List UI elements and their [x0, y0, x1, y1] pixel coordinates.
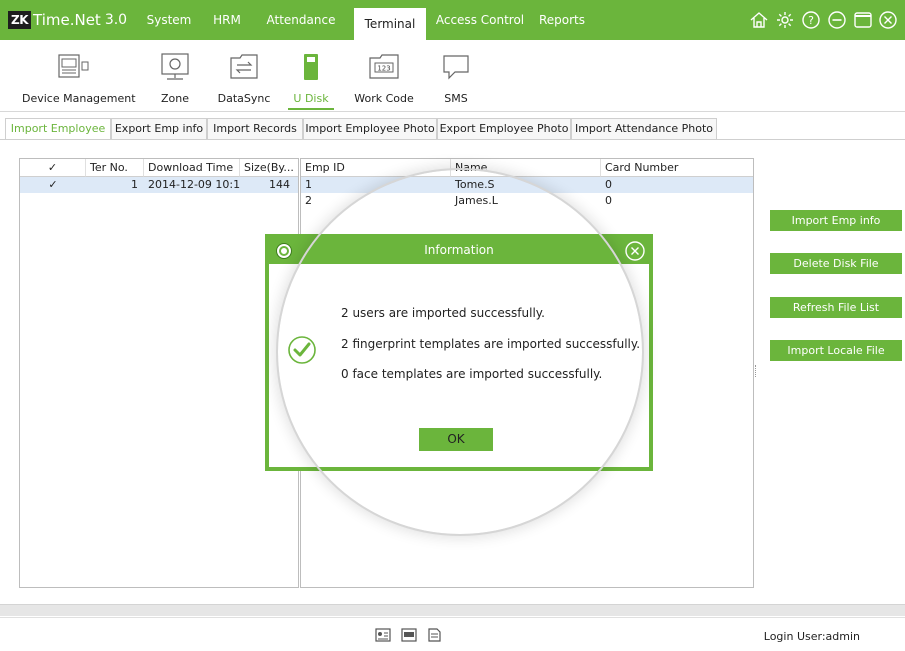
minimize-icon[interactable] [827, 10, 847, 30]
horizontal-scrollbar[interactable] [0, 604, 905, 616]
column-header-download-time[interactable]: Download Time [144, 159, 240, 177]
maximize-icon[interactable] [853, 10, 873, 30]
toolbar-label: Device Management [22, 92, 136, 105]
column-header-check[interactable]: ✓ [20, 159, 86, 177]
menu-reports[interactable]: Reports [534, 0, 590, 40]
table-row[interactable]: 2 James.L 0 [301, 193, 753, 209]
toolbar-u-disk[interactable]: U Disk [288, 40, 334, 110]
terminal-toolbar: Device Management Zone DataSync U Disk 1… [0, 40, 905, 112]
device-status-icon[interactable] [401, 628, 417, 642]
tab-import-records[interactable]: Import Records [207, 118, 303, 140]
cell-ter-no: 1 [131, 178, 138, 191]
column-header-name[interactable]: Name [451, 159, 601, 177]
settings-icon[interactable] [775, 10, 795, 30]
column-header-ter-no[interactable]: Ter No. [86, 159, 144, 177]
cell-download-time: 2014-12-09 10:16 [148, 178, 240, 191]
refresh-file-list-button[interactable]: Refresh File List [770, 297, 902, 318]
status-bar: Login User:admin [0, 617, 905, 651]
menu-terminal[interactable]: Terminal [354, 8, 426, 40]
tab-export-employee-photo[interactable]: Export Employee Photo [437, 118, 571, 140]
toolbar-device-management[interactable]: Device Management [22, 40, 136, 110]
row-checkbox[interactable]: ✓ [20, 177, 86, 193]
menu-attendance[interactable]: Attendance [256, 0, 346, 40]
dialog-title: Information [424, 243, 494, 257]
tab-import-attendance-photo[interactable]: Import Attendance Photo [571, 118, 717, 140]
toolbar-zone[interactable]: Zone [150, 40, 200, 110]
subtab-divider [0, 139, 905, 140]
app-small-icon [276, 243, 292, 259]
employee-card-icon[interactable] [375, 628, 391, 642]
device-icon [58, 54, 89, 78]
workcode-icon: 123 [369, 54, 399, 79]
disk-file-table: ✓ Ter No. Download Time Size(By... ✓ 1 2… [19, 158, 299, 588]
delete-disk-file-button[interactable]: Delete Disk File [770, 253, 902, 274]
toolbar-label: DataSync [217, 92, 271, 105]
cell-card-number: 0 [605, 178, 612, 191]
brand-badge: ZK [8, 11, 31, 29]
app-logo: ZK Time.Net 3.0 [8, 10, 127, 30]
tab-export-emp-info[interactable]: Export Emp info [111, 118, 207, 140]
login-user-label: Login User:admin [763, 630, 860, 643]
close-icon[interactable] [878, 10, 898, 30]
tab-import-employee[interactable]: Import Employee [5, 118, 111, 140]
toolbar-label: U Disk [293, 92, 329, 105]
cell-emp-id: 1 [305, 178, 312, 191]
table-row[interactable]: ✓ 1 2014-12-09 10:16 144 [20, 177, 298, 193]
svg-text:?: ? [808, 14, 814, 27]
ok-button[interactable]: OK [419, 428, 493, 451]
table-row[interactable]: 1 Tome.S 0 [301, 177, 753, 193]
active-underline [288, 108, 334, 110]
document-icon[interactable] [426, 628, 442, 642]
column-header-emp-id[interactable]: Emp ID [301, 159, 451, 177]
success-check-icon [288, 336, 316, 364]
app-name: Time.Net [33, 11, 101, 29]
toolbar-label: Zone [160, 92, 189, 105]
dialog-close-icon[interactable] [624, 240, 646, 262]
cell-emp-id: 2 [305, 194, 312, 207]
import-locale-file-button[interactable]: Import Locale File [770, 340, 902, 361]
message-fingerprints: 2 fingerprint templates are imported suc… [341, 337, 641, 351]
toolbar-label: Work Code [354, 92, 414, 105]
message-users: 2 users are imported successfully. [341, 306, 545, 320]
home-icon[interactable] [749, 10, 769, 30]
toolbar-work-code[interactable]: 123 Work Code [352, 40, 416, 110]
column-header-size[interactable]: Size(By... [240, 159, 298, 177]
cell-card-number: 0 [605, 194, 612, 207]
cell-size: 144 [269, 178, 290, 191]
datasync-icon [230, 54, 258, 79]
app-version: 3.0 [104, 12, 128, 28]
column-header-card-number[interactable]: Card Number [601, 159, 753, 177]
toolbar-label: SMS [444, 92, 468, 105]
toolbar-datasync[interactable]: DataSync [216, 40, 272, 110]
message-faces: 0 face templates are imported successful… [341, 367, 603, 381]
toolbar-sms[interactable]: SMS [436, 40, 476, 110]
panel-splitter[interactable] [755, 365, 757, 377]
top-menu-bar: ZK Time.Net 3.0 System HRM Attendance Te… [0, 0, 905, 40]
help-icon[interactable]: ? [801, 10, 821, 30]
workcode-icon-text: 123 [377, 65, 390, 73]
subtab-bar: Import Employee Export Emp info Import R… [0, 118, 905, 140]
cell-name: James.L [455, 194, 498, 207]
menu-system[interactable]: System [140, 0, 198, 40]
zone-icon [161, 53, 189, 80]
tab-import-employee-photo[interactable]: Import Employee Photo [303, 118, 437, 140]
usb-disk-icon [304, 54, 318, 80]
menu-access-control[interactable]: Access Control [432, 0, 528, 40]
dialog-title-bar: Information [269, 238, 649, 264]
cell-name: Tome.S [455, 178, 495, 191]
information-dialog: Information 2 users are imported success… [265, 234, 653, 471]
menu-hrm[interactable]: HRM [204, 0, 250, 40]
import-emp-info-button[interactable]: Import Emp info [770, 210, 902, 231]
sms-icon [443, 55, 469, 80]
